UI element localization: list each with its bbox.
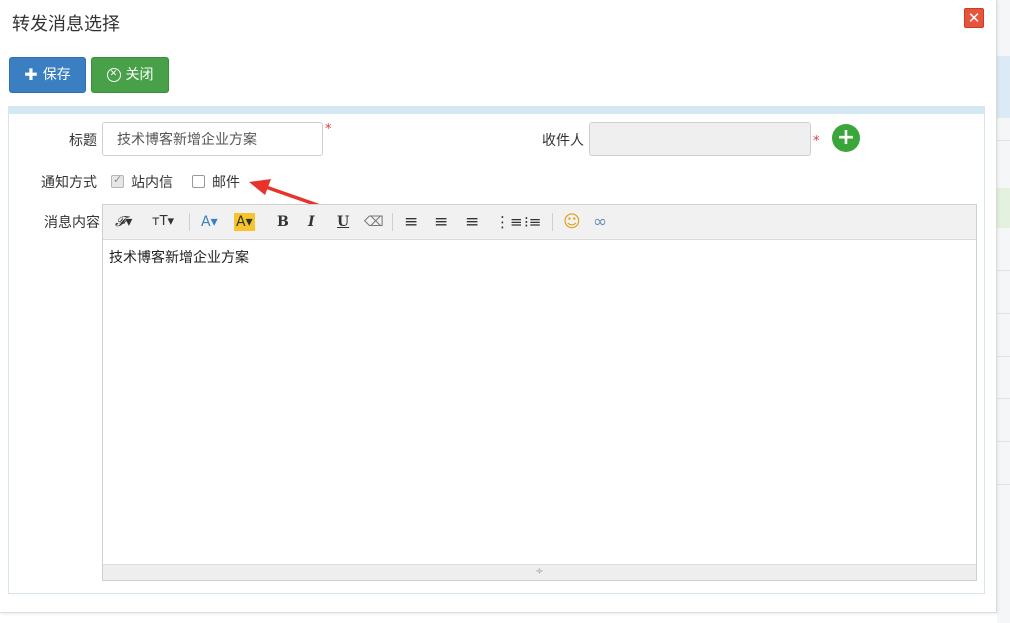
- background-row-line: [997, 313, 1010, 314]
- font-family-icon[interactable]: 𝓕▾: [115, 212, 132, 232]
- rich-text-editor[interactable]: 𝓕▾ ᴛT▾ A▾ A▾ B I U ⌫ ≡ ≡ ≡ ⋮≡ ⁝≡ ☺ ∞ 技术博…: [102, 204, 977, 581]
- background-row-line: [997, 356, 1010, 357]
- plus-icon: ✚: [24, 65, 38, 84]
- editor-content[interactable]: 技术博客新增企业方案: [109, 247, 249, 267]
- title-input[interactable]: [102, 122, 323, 156]
- bold-icon[interactable]: B: [277, 212, 289, 232]
- underline-icon[interactable]: U: [337, 212, 349, 232]
- message-content-label: 消息内容: [44, 215, 100, 231]
- site-message-label: 站内信: [131, 175, 173, 191]
- ordered-list-icon[interactable]: ⋮≡: [495, 212, 523, 232]
- background-page-edge: [997, 0, 1010, 623]
- recipient-input[interactable]: [589, 122, 811, 156]
- recipient-label: 收件人: [542, 133, 584, 149]
- emoji-icon[interactable]: ☺: [563, 212, 581, 232]
- link-icon[interactable]: ∞: [593, 212, 607, 232]
- background-row-line: [997, 484, 1010, 485]
- background-row-line: [997, 441, 1010, 442]
- editor-resize-handle[interactable]: ÷: [103, 564, 976, 580]
- italic-icon[interactable]: I: [308, 212, 315, 232]
- email-checkbox[interactable]: [192, 175, 205, 188]
- background-row-line: [997, 270, 1010, 271]
- align-center-icon[interactable]: ≡: [434, 212, 448, 232]
- notify-method-label: 通知方式: [41, 175, 97, 191]
- toolbar-separator: [189, 213, 190, 231]
- align-left-icon[interactable]: ≡: [404, 212, 418, 232]
- font-size-icon[interactable]: ᴛT▾: [152, 212, 174, 232]
- close-dialog-icon[interactable]: ✕: [964, 8, 984, 28]
- toolbar-separator: [552, 213, 553, 231]
- times-circle-icon: ✕: [106, 68, 121, 82]
- email-label: 邮件: [212, 175, 240, 191]
- close-button-label: 关闭: [125, 67, 154, 83]
- save-button-label: 保存: [42, 67, 71, 83]
- background-band: [997, 188, 1010, 228]
- background-row-line: [997, 140, 1010, 141]
- panel-header-bar: [9, 107, 984, 114]
- close-button[interactable]: ✕ 关闭: [91, 57, 169, 93]
- site-message-checkbox[interactable]: [111, 173, 124, 188]
- eraser-icon[interactable]: ⌫: [364, 212, 384, 232]
- align-right-icon[interactable]: ≡: [465, 212, 479, 232]
- forward-message-dialog: 转发消息选择 ✕ ✚ 保存 ✕ 关闭 标题 * 收件人 * + 通知方式 站内信…: [0, 0, 997, 613]
- add-recipient-icon[interactable]: +: [832, 124, 860, 152]
- highlight-color-icon[interactable]: A▾: [234, 213, 255, 231]
- toolbar-separator: [392, 213, 393, 231]
- dialog-title: 转发消息选择: [12, 14, 120, 35]
- background-row-line: [997, 398, 1010, 399]
- font-color-icon[interactable]: A▾: [201, 212, 218, 232]
- editor-toolbar: 𝓕▾ ᴛT▾ A▾ A▾ B I U ⌫ ≡ ≡ ≡ ⋮≡ ⁝≡ ☺ ∞: [103, 205, 976, 240]
- background-band: [997, 56, 1010, 118]
- save-button[interactable]: ✚ 保存: [9, 57, 86, 93]
- required-mark: *: [325, 122, 332, 137]
- required-mark: *: [813, 134, 820, 149]
- unordered-list-icon[interactable]: ⁝≡: [524, 212, 541, 232]
- title-label: 标题: [69, 133, 97, 149]
